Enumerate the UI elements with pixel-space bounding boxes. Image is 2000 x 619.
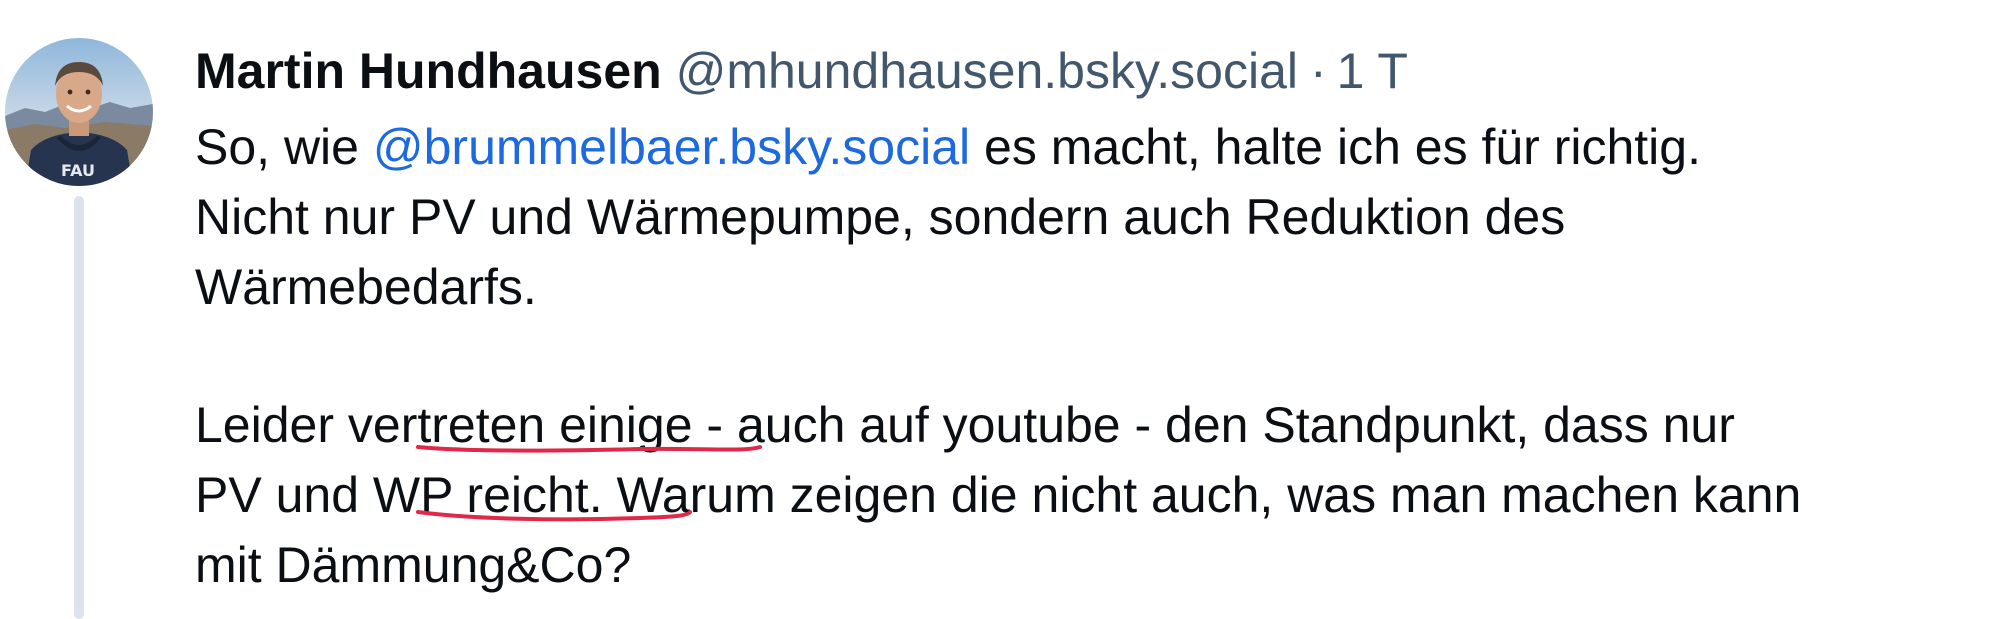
svg-text:FAU: FAU: [61, 161, 95, 180]
separator-dot: ·: [1309, 43, 1327, 99]
post-text-line: Leider vertreten einige - auch auf youtu…: [195, 397, 1735, 453]
thread-line: [74, 196, 84, 619]
post-timestamp[interactable]: 1 T: [1337, 43, 1408, 99]
post-header: Martin Hundhausen @mhundhausen.bsky.soci…: [195, 38, 1408, 104]
text-segment: So, wie: [195, 119, 373, 175]
post-text-line: PV und WP reicht. Warum zeigen die nicht…: [195, 467, 1802, 523]
author-handle[interactable]: @mhundhausen.bsky.social: [676, 43, 1298, 99]
post-text-line: Nicht nur PV und Wärmepumpe, sondern auc…: [195, 189, 1566, 245]
avatar[interactable]: FAU: [5, 38, 153, 186]
author-name[interactable]: Martin Hundhausen: [195, 43, 662, 99]
post-text-line: So, wie @brummelbaer.bsky.social es mach…: [195, 112, 1985, 182]
mention-link[interactable]: @brummelbaer.bsky.social: [373, 119, 970, 175]
post-body: So, wie @brummelbaer.bsky.social es mach…: [195, 112, 1985, 600]
post-text-line: mit Dämmung&Co?: [195, 537, 632, 593]
person-photo-icon: FAU: [5, 38, 153, 186]
post-item[interactable]: FAU Martin Hundhausen @mhundhausen.bsky.…: [0, 0, 2000, 619]
text-segment: es macht, halte ich es für richtig.: [970, 119, 1701, 175]
post-text-line: Wärmebedarfs.: [195, 259, 537, 315]
